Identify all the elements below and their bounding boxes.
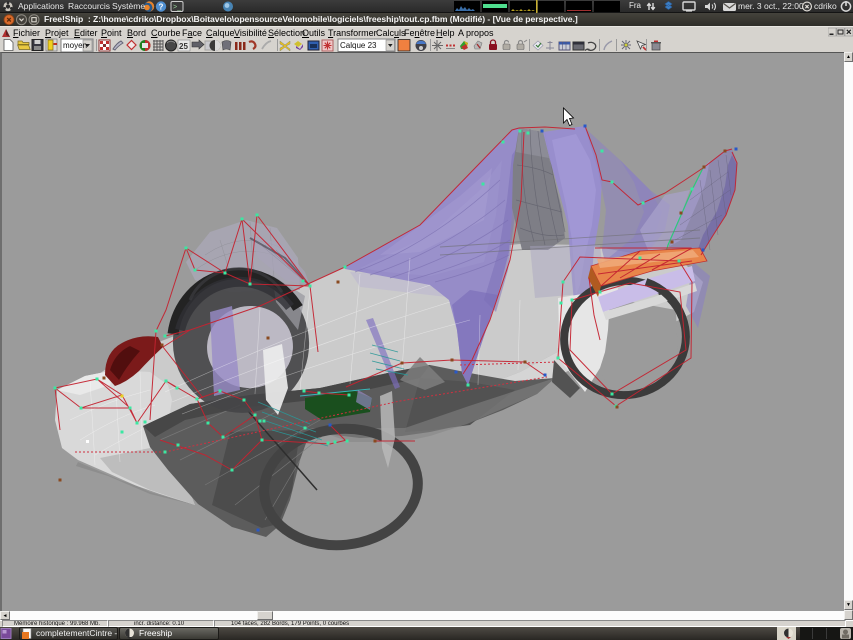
svg-text:moyen: moyen — [63, 41, 87, 50]
svg-text:?: ? — [159, 2, 164, 11]
svg-text:>_: >_ — [173, 4, 181, 11]
svg-text:25: 25 — [179, 42, 188, 51]
svg-text:Calque 23: Calque 23 — [340, 41, 377, 50]
